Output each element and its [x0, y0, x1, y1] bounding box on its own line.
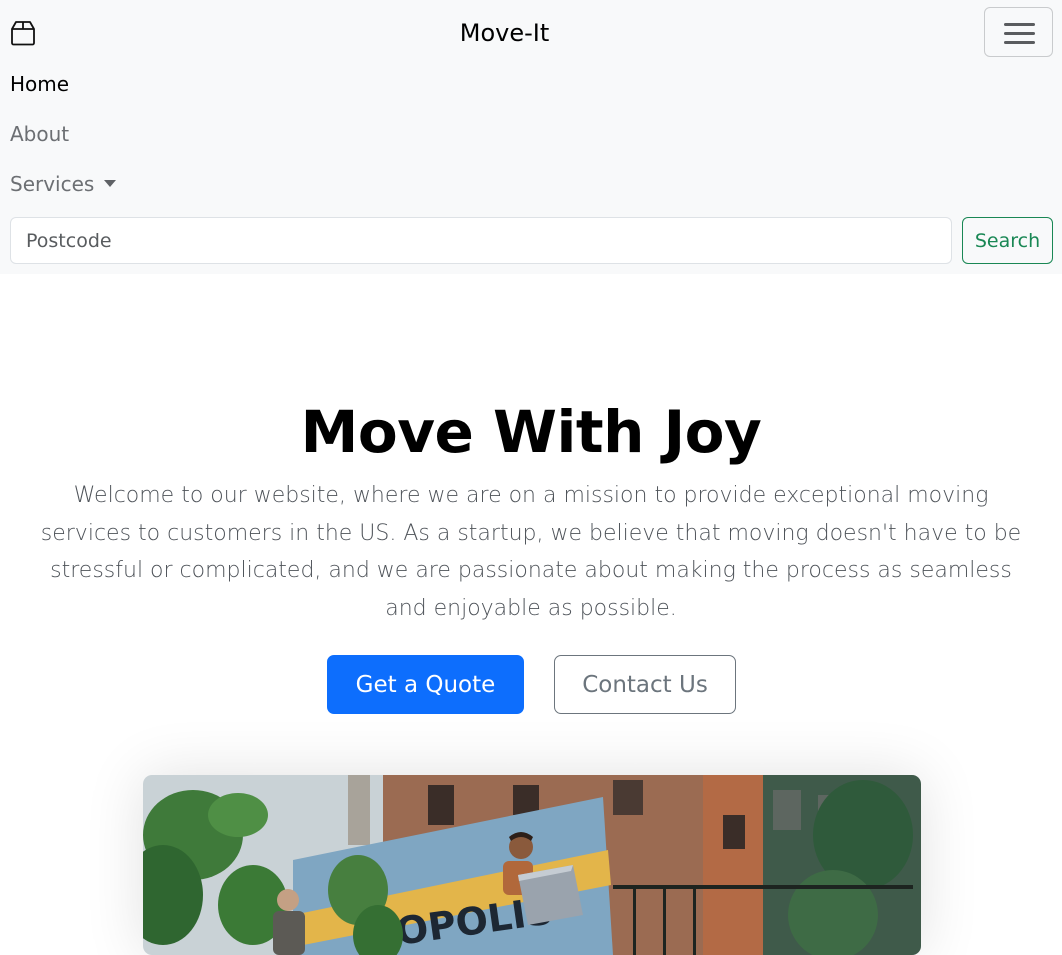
nav-link-services-label: Services [10, 172, 95, 196]
nav-link-home[interactable]: Home [10, 70, 69, 98]
hero-description: Welcome to our website, where we are on … [40, 483, 1022, 621]
hamburger-menu-icon [1004, 21, 1035, 45]
navbar: Move-It Home About Services Search [0, 0, 1062, 274]
postcode-search-input[interactable] [10, 217, 952, 264]
navbar-toggle-button[interactable] [984, 7, 1053, 57]
caret-down-icon [104, 180, 117, 187]
search-button[interactable]: Search [962, 217, 1053, 264]
nav-link-about[interactable]: About [10, 120, 69, 148]
contact-us-button[interactable]: Contact Us [554, 655, 736, 714]
brand-title[interactable]: Move-It [0, 17, 1009, 49]
hero-title: Move With Joy [300, 398, 762, 466]
hero-image: OPOLIS [143, 775, 921, 955]
nav-link-services[interactable]: Services [10, 170, 117, 198]
get-a-quote-button[interactable]: Get a Quote [327, 655, 524, 714]
moving-truck-photo: OPOLIS [143, 775, 921, 955]
